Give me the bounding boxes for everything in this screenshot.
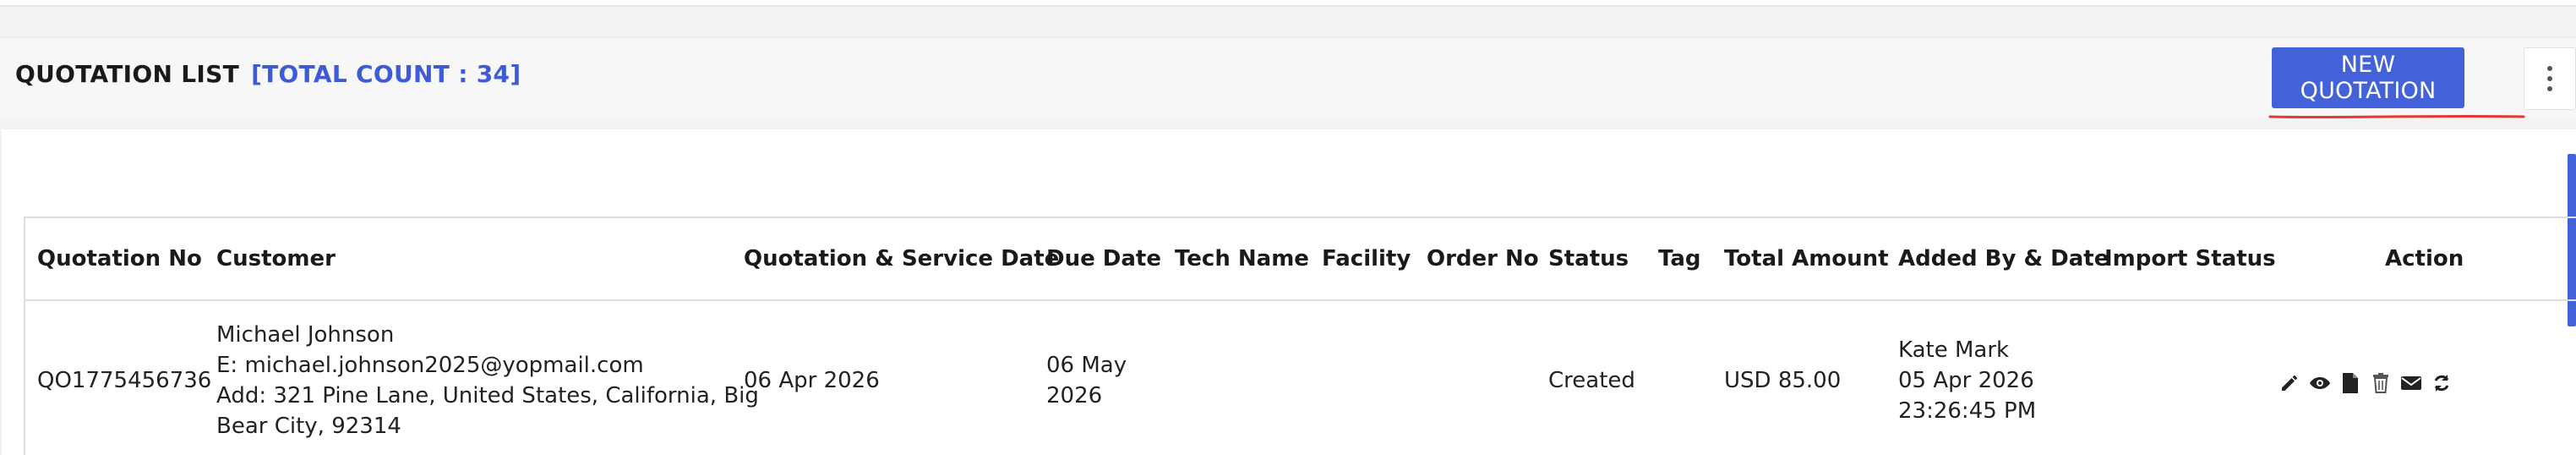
cell-added-time: 23:26:45 PM	[1898, 398, 2037, 424]
cell-added-date: 05 Apr 2026	[1898, 368, 2034, 393]
cell-customer-email: E: michael.johnson2025@yopmail.com	[216, 353, 644, 378]
column-header-tag[interactable]: Tag	[1658, 218, 1701, 299]
column-header-added-by[interactable]: Added By & Date	[1898, 218, 2109, 299]
column-header-customer[interactable]: Customer	[216, 218, 336, 299]
cell-customer-address: Add: 321 Pine Lane, United States, Calif…	[216, 383, 759, 408]
email-icon[interactable]	[2400, 372, 2422, 394]
view-icon[interactable]	[2309, 372, 2331, 394]
edit-icon[interactable]	[2279, 372, 2300, 394]
page-header: QUOTATION LIST [TOTAL COUNT : 34] NEW QU…	[0, 37, 2576, 119]
column-header-action: Action	[2385, 246, 2464, 271]
cell-status: Created	[1548, 368, 1635, 393]
page-title: QUOTATION LIST [TOTAL COUNT : 34]	[15, 60, 521, 88]
column-header-status[interactable]: Status	[1548, 218, 1629, 299]
table-header: Quotation No Customer Quotation & Servic…	[24, 217, 2576, 301]
column-header-total-amount[interactable]: Total Amount	[1724, 218, 1889, 299]
top-bar	[0, 0, 2576, 7]
cell-due-date: 06 May	[1046, 353, 1127, 378]
total-count-badge: [TOTAL COUNT : 34]	[251, 60, 521, 88]
document-icon[interactable]	[2339, 372, 2361, 394]
new-quotation-button[interactable]: NEW QUOTATION	[2272, 47, 2464, 108]
kebab-dot	[2547, 86, 2552, 91]
cell-quotation-no[interactable]: QO1775456736	[37, 365, 211, 396]
delete-icon[interactable]	[2370, 372, 2392, 394]
refresh-icon[interactable]	[2431, 372, 2453, 394]
column-header-import-status[interactable]: Import Status	[2104, 218, 2276, 299]
cell-service-date: 06 Apr 2026	[744, 368, 880, 393]
cell-total-amount: USD 85.00	[1724, 368, 1842, 393]
kebab-dot	[2547, 66, 2552, 71]
column-header-facility[interactable]: Facility	[1322, 218, 1411, 299]
column-header-tech-name[interactable]: Tech Name	[1175, 218, 1309, 299]
column-header-service-date[interactable]: Quotation & Service Date	[744, 218, 1059, 299]
kebab-dot	[2547, 76, 2552, 81]
cell-customer-address-line2: Bear City, 92314	[216, 414, 401, 439]
column-header-due-date[interactable]: Due Date	[1046, 218, 1161, 299]
cell-due-date-year: 2026	[1046, 383, 1103, 408]
column-header-order-no[interactable]: Order No	[1427, 218, 1539, 299]
cell-customer-name: Michael Johnson	[216, 322, 395, 348]
table-row[interactable]: QO1775456736 Michael Johnson E: michael.…	[24, 301, 2576, 455]
row-actions	[2279, 372, 2453, 394]
highlight-underline	[2268, 114, 2525, 119]
column-header-quotation-no[interactable]: Quotation No	[37, 218, 202, 299]
more-options-button[interactable]	[2524, 47, 2576, 110]
cell-added-by: Kate Mark	[1898, 337, 2010, 363]
page-title-text: QUOTATION LIST	[15, 60, 239, 88]
